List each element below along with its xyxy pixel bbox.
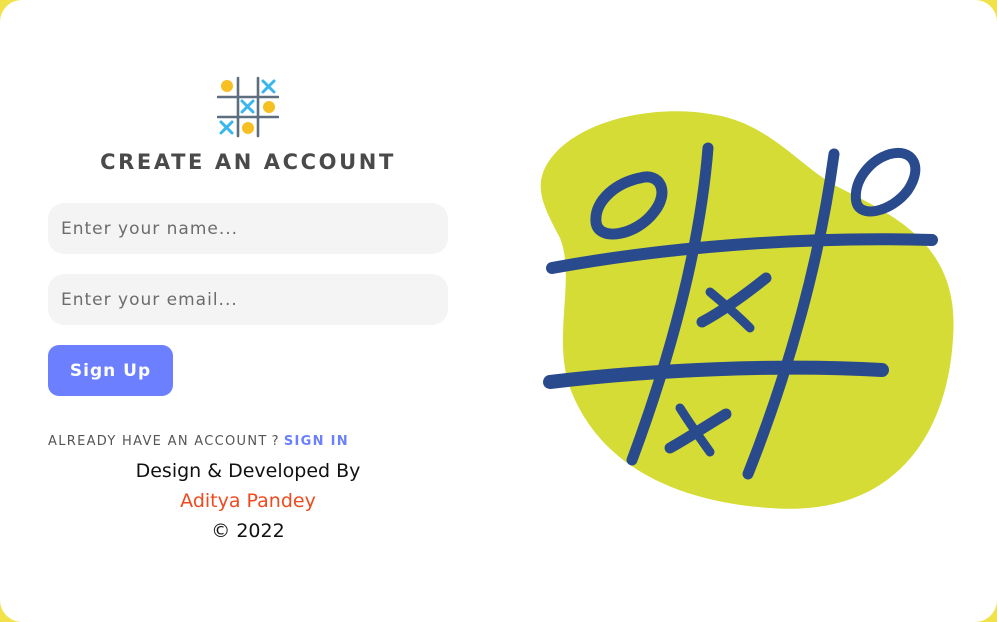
author-name: Aditya Pandey (180, 490, 316, 512)
copyright-text: © 2022 (211, 520, 285, 542)
tic-tac-toe-logo-icon (217, 76, 279, 138)
name-input[interactable] (48, 203, 448, 254)
sign-up-button[interactable]: Sign Up (48, 345, 173, 396)
sign-in-prompt-qmark: ? (271, 434, 280, 449)
signup-card: CREATE AN ACCOUNT Sign Up ALREADY HAVE A… (0, 0, 997, 622)
sign-in-prompt-text: ALREADY HAVE AN ACCOUNT (48, 434, 268, 449)
sign-in-prompt: ALREADY HAVE AN ACCOUNT? SIGN IN (48, 434, 349, 449)
credits: Design & Developed By Aditya Pandey © 20… (48, 456, 448, 546)
page-title: CREATE AN ACCOUNT (100, 150, 396, 174)
tic-tac-toe-board-illustration (540, 111, 954, 509)
email-input[interactable] (48, 274, 448, 325)
illustration-blob (540, 111, 954, 509)
credits-line: Design & Developed By (135, 460, 361, 482)
sign-in-link[interactable]: SIGN IN (284, 434, 349, 449)
